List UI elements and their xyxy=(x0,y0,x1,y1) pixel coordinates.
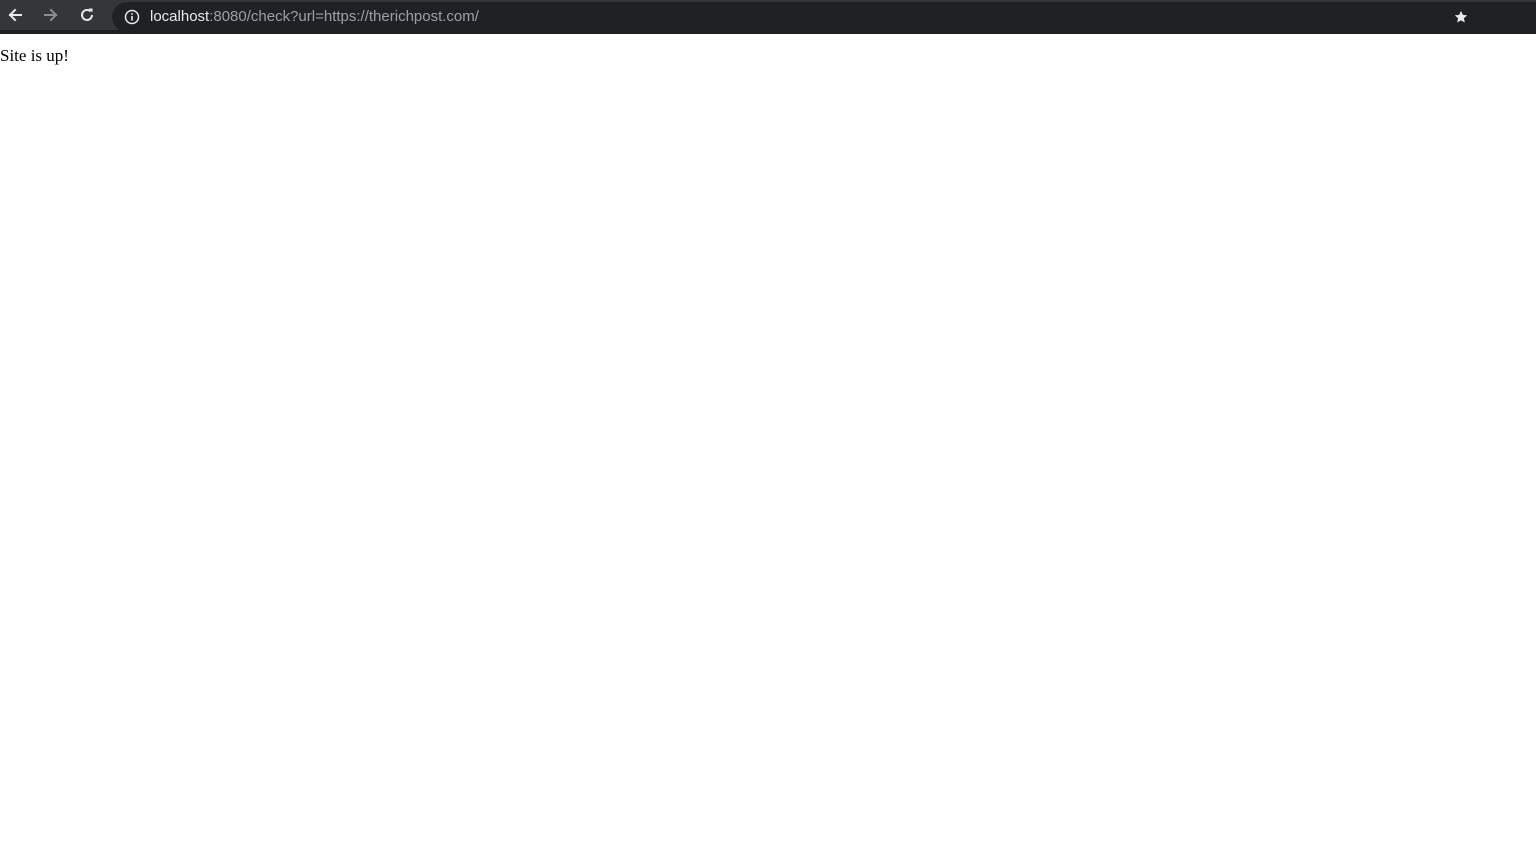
url-host: localhost xyxy=(150,8,210,25)
info-circle-icon[interactable] xyxy=(124,9,140,25)
arrow-left-icon xyxy=(8,8,22,22)
browser-toolbar: localhost:8080/check?url=https://therich… xyxy=(0,0,1536,34)
star-icon[interactable] xyxy=(1454,10,1468,24)
url-text[interactable]: localhost:8080/check?url=https://therich… xyxy=(150,2,479,32)
reload-icon xyxy=(81,8,93,21)
status-message: Site is up! xyxy=(0,46,69,65)
back-button[interactable] xyxy=(0,0,30,30)
page-content: Site is up! xyxy=(0,38,1536,853)
url-path: :8080/check?url=https://therichpost.com/ xyxy=(209,8,479,25)
address-bar[interactable]: localhost:8080/check?url=https://therich… xyxy=(112,2,1536,32)
reload-button[interactable] xyxy=(72,0,102,30)
arrow-right-icon xyxy=(44,8,58,22)
forward-button[interactable] xyxy=(36,0,66,30)
